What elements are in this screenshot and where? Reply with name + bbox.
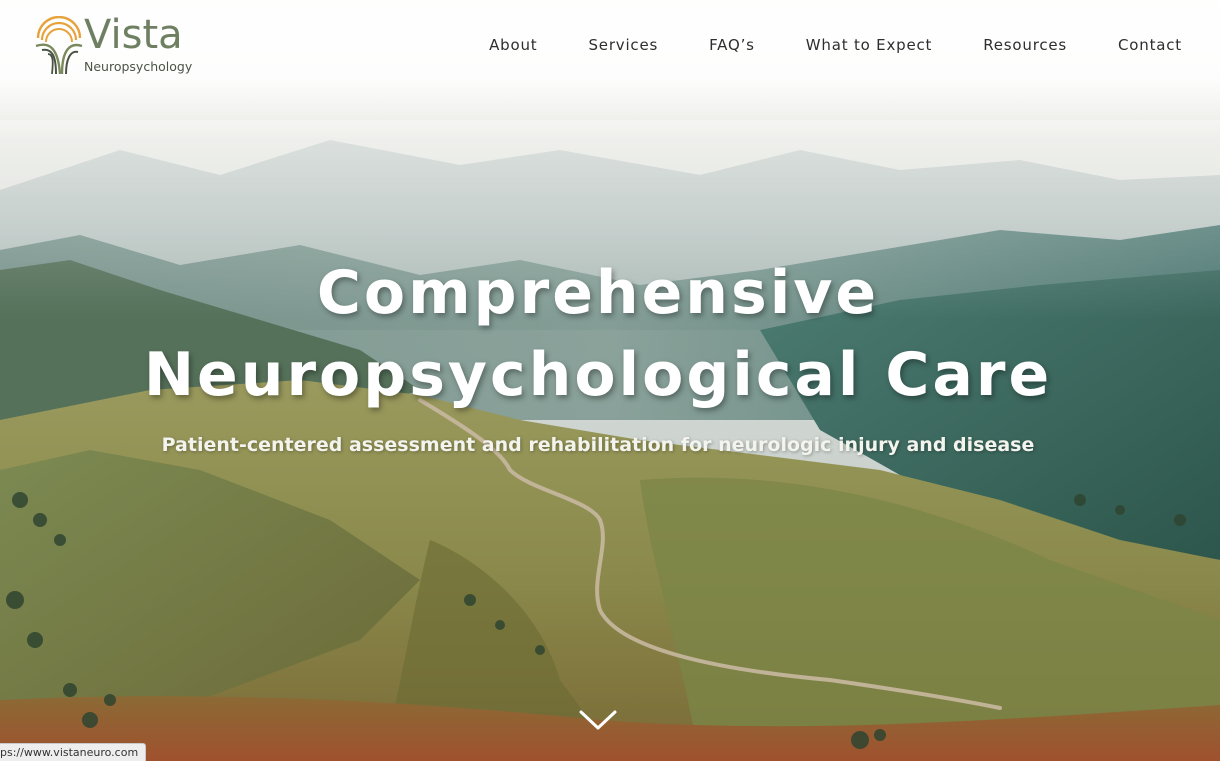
logo-subtitle: Neuropsychology — [84, 59, 193, 74]
nav-item-contact[interactable]: Contact — [1118, 36, 1182, 54]
hero-title-line-1: Comprehensive — [316, 258, 880, 328]
hero-section: Comprehensive Neuropsychological Care Pa… — [0, 252, 1220, 456]
vista-logo[interactable]: Vista Neuropsychology — [34, 12, 204, 78]
nav-item-what-to-expect[interactable]: What to Expect — [806, 36, 932, 54]
main-navigation: About Services FAQ’s What to Expect Reso… — [438, 36, 1182, 54]
nav-item-resources[interactable]: Resources — [983, 36, 1067, 54]
hero-title: Comprehensive Neuropsychological Care — [0, 252, 1208, 416]
chevron-down-icon[interactable] — [578, 706, 618, 734]
vista-logo-mark-icon — [35, 16, 83, 74]
nav-item-faqs[interactable]: FAQ’s — [709, 36, 755, 54]
status-bar-url: ps://www.vistaneuro.com — [0, 743, 147, 761]
hero-subtitle: Patient-centered assessment and rehabili… — [161, 434, 1035, 456]
logo-wordmark: Vista — [84, 12, 183, 58]
landing-page: Vista Neuropsychology About Services FAQ… — [0, 0, 1220, 761]
hero-title-line-2: Neuropsychological Care — [143, 340, 1053, 410]
nav-item-services[interactable]: Services — [588, 36, 658, 54]
nav-item-about[interactable]: About — [489, 36, 537, 54]
